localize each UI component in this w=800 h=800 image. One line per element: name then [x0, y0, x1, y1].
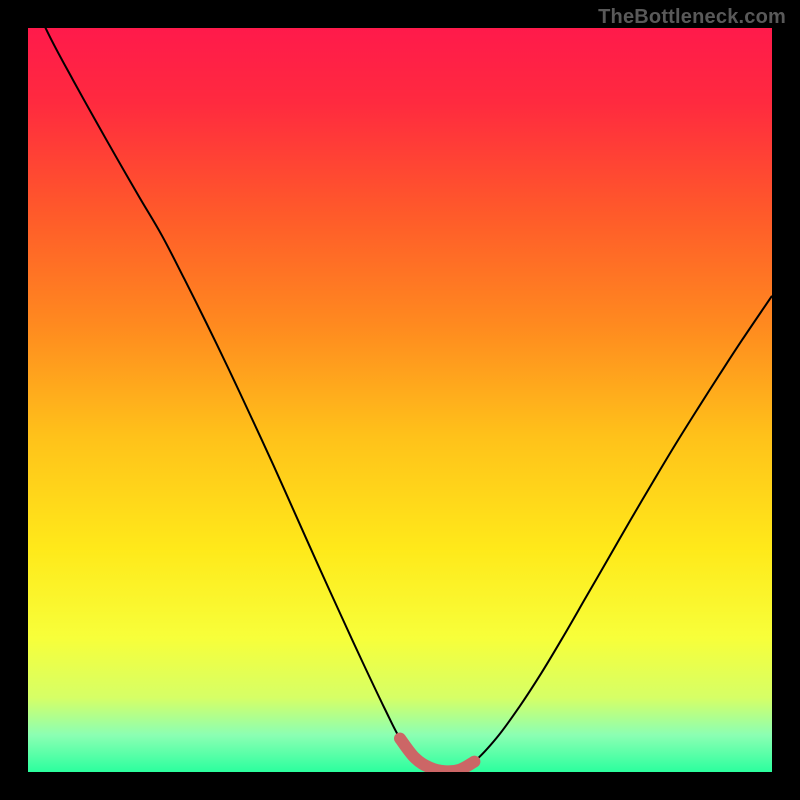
chart-frame: TheBottleneck.com — [0, 0, 800, 800]
watermark-text: TheBottleneck.com — [598, 6, 786, 29]
gradient-background — [28, 28, 772, 772]
plot-area — [28, 28, 772, 772]
bottleneck-chart — [28, 28, 772, 772]
